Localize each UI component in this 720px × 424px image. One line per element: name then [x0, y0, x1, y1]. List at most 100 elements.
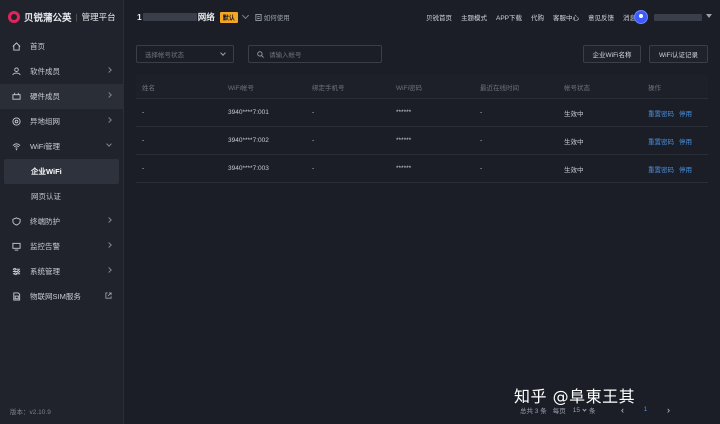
cell-wifi-account[interactable]: 3940****7:002 — [222, 137, 306, 144]
sidebar-item-label: 终端防护 — [30, 217, 60, 226]
per-page-label: 每页 — [552, 408, 566, 415]
link-oray-home[interactable]: 贝锐首页 — [426, 12, 452, 22]
sidebar-item-label: 异地组网 — [30, 117, 60, 126]
sidebar-item-home[interactable]: 首页 — [0, 34, 123, 59]
sim-icon — [11, 292, 21, 302]
page-size-select[interactable]: 15 — [572, 406, 587, 414]
chevron-right-icon — [106, 117, 112, 123]
sidebar-item-label: WiFi管理 — [30, 142, 60, 151]
network-name-suffix: 网络 — [197, 12, 215, 22]
chevron-right-icon — [106, 242, 112, 248]
external-link-icon — [105, 292, 112, 301]
sidebar-item-label: 物联网SIM服务 — [30, 292, 81, 301]
disable-link[interactable]: 停用 — [679, 139, 692, 146]
link-purchase[interactable]: 代购 — [531, 12, 544, 22]
sidebar-item-software-members[interactable]: 软件成员 — [0, 59, 123, 84]
network-icon — [11, 117, 21, 127]
chevron-down-icon[interactable] — [241, 11, 249, 20]
next-page-button[interactable]: › — [663, 405, 673, 415]
col-password: WiFi密码 — [396, 84, 422, 92]
sidebar-subitem-web-auth[interactable]: 网页认证 — [0, 184, 123, 209]
sidebar-item-wifi[interactable]: WiFi管理 — [0, 134, 123, 159]
cell-name: - — [142, 165, 145, 172]
col-last-online: 最近在线时间 — [480, 84, 519, 92]
search-input[interactable]: 请输入帐号 — [248, 45, 382, 63]
sidebar-item-system-management[interactable]: 系统管理 — [0, 259, 123, 284]
disable-link[interactable]: 停用 — [679, 167, 692, 174]
chevron-right-icon — [106, 267, 112, 273]
table-row: - 3940****7:001 - ****** - 生效中 重置密码 停用 — [136, 99, 708, 127]
cell-password: ****** — [396, 109, 412, 116]
cell-phone: - — [312, 165, 315, 172]
cell-actions: 重置密码 停用 — [642, 164, 708, 174]
link-app-download[interactable]: APP下载 — [496, 12, 522, 22]
cell-wifi-account[interactable]: 3940****7:003 — [222, 165, 306, 172]
cell-wifi-account[interactable]: 3940****7:001 — [222, 109, 306, 116]
page-number-current[interactable]: 1 — [639, 404, 651, 416]
caret-down-icon[interactable] — [706, 14, 712, 18]
help-doc-icon — [255, 13, 262, 21]
device-icon — [11, 92, 21, 102]
link-feedback[interactable]: 意见反馈 — [588, 12, 614, 22]
top-links: 贝锐首页 主题模式 APP下载 代购 客服中心 意见反馈 消息 — [426, 0, 636, 34]
version-label: 版本：v2.10.9 — [10, 409, 51, 416]
chevron-down-icon — [106, 141, 112, 147]
sidebar-subitem-enterprise-wifi[interactable]: 企业WiFi — [4, 159, 119, 184]
cell-last-online: - — [480, 109, 483, 116]
cell-name: - — [142, 109, 145, 116]
cell-password: ****** — [396, 137, 412, 144]
sidebar-item-remote-network[interactable]: 异地组网 — [0, 109, 123, 134]
wifi-auth-log-button[interactable]: WiFi认证记录 — [649, 45, 708, 63]
link-support-center[interactable]: 客服中心 — [553, 12, 579, 22]
filter-bar: 选择帐号状态 请输入帐号 企业WiFi名称 WiFi认证记录 — [136, 45, 708, 63]
chevron-right-icon — [106, 92, 112, 98]
cell-phone: - — [312, 137, 315, 144]
page-size-value: 15 — [572, 406, 580, 414]
howto-link[interactable]: 如何使用 — [255, 12, 290, 22]
redacted-network-id — [142, 13, 197, 21]
status-badge: 生效中 — [564, 166, 584, 174]
cell-actions: 重置密码 停用 — [642, 136, 708, 146]
avatar[interactable] — [634, 10, 648, 24]
col-name: 姓名 — [142, 84, 155, 92]
reset-password-link[interactable]: 重置密码 — [648, 139, 674, 146]
status-select[interactable]: 选择帐号状态 — [136, 45, 234, 63]
sidebar-item-label: 硬件成员 — [30, 92, 60, 101]
table-row: - 3940****7:002 - ****** - 生效中 重置密码 停用 — [136, 127, 708, 155]
search-icon — [257, 50, 264, 58]
table-row: - 3940****7:003 - ****** - 生效中 重置密码 停用 — [136, 155, 708, 183]
shield-icon — [11, 217, 21, 227]
sidebar-item-iot-sim[interactable]: 物联网SIM服务 — [0, 284, 123, 309]
status-select-placeholder: 选择帐号状态 — [145, 52, 184, 59]
status-badge: 生效中 — [564, 138, 584, 146]
sidebar-item-monitor-alerts[interactable]: 监控告警 — [0, 234, 123, 259]
sidebar-item-label: 首页 — [30, 42, 45, 51]
reset-password-link[interactable]: 重置密码 — [648, 111, 674, 118]
home-icon — [11, 42, 21, 52]
sidebar-item-hardware-members[interactable]: 硬件成员 — [0, 84, 123, 109]
wifi-accounts-table: 姓名 WiFi帐号 绑定手机号 WiFi密码 最近在线时间 帐号状态 操作 - … — [136, 75, 708, 183]
pagination: 总共 3 条 每页 15 条 ‹ 1 › — [520, 404, 673, 416]
cell-actions: 重置密码 停用 — [642, 108, 708, 118]
network-selector[interactable]: 1 网络 默认 — [137, 11, 249, 23]
col-wifi-account: WiFi帐号 — [228, 84, 254, 92]
disable-link[interactable]: 停用 — [679, 111, 692, 118]
settings-icon — [11, 267, 21, 277]
status-badge: 生效中 — [564, 110, 584, 118]
prev-page-button[interactable]: ‹ — [617, 405, 627, 415]
default-badge: 默认 — [219, 11, 238, 23]
network-name-prefix: 1 — [137, 12, 142, 22]
chevron-right-icon — [106, 217, 112, 223]
cell-last-online: - — [480, 165, 483, 172]
brand-name: 贝锐蒲公英 — [24, 13, 72, 24]
wifi-name-button[interactable]: 企业WiFi名称 — [583, 45, 641, 63]
search-placeholder: 请输入帐号 — [269, 52, 302, 59]
chevron-down-icon — [582, 406, 587, 412]
link-theme-mode[interactable]: 主题模式 — [461, 12, 487, 22]
brand-logo-icon — [8, 11, 20, 23]
reset-password-link[interactable]: 重置密码 — [648, 167, 674, 174]
logo[interactable]: 贝锐蒲公英 | 管理平台 — [0, 0, 123, 34]
redacted-username[interactable] — [654, 14, 702, 21]
sidebar-item-terminal-protection[interactable]: 终端防护 — [0, 209, 123, 234]
brand-separator: | — [75, 12, 78, 22]
